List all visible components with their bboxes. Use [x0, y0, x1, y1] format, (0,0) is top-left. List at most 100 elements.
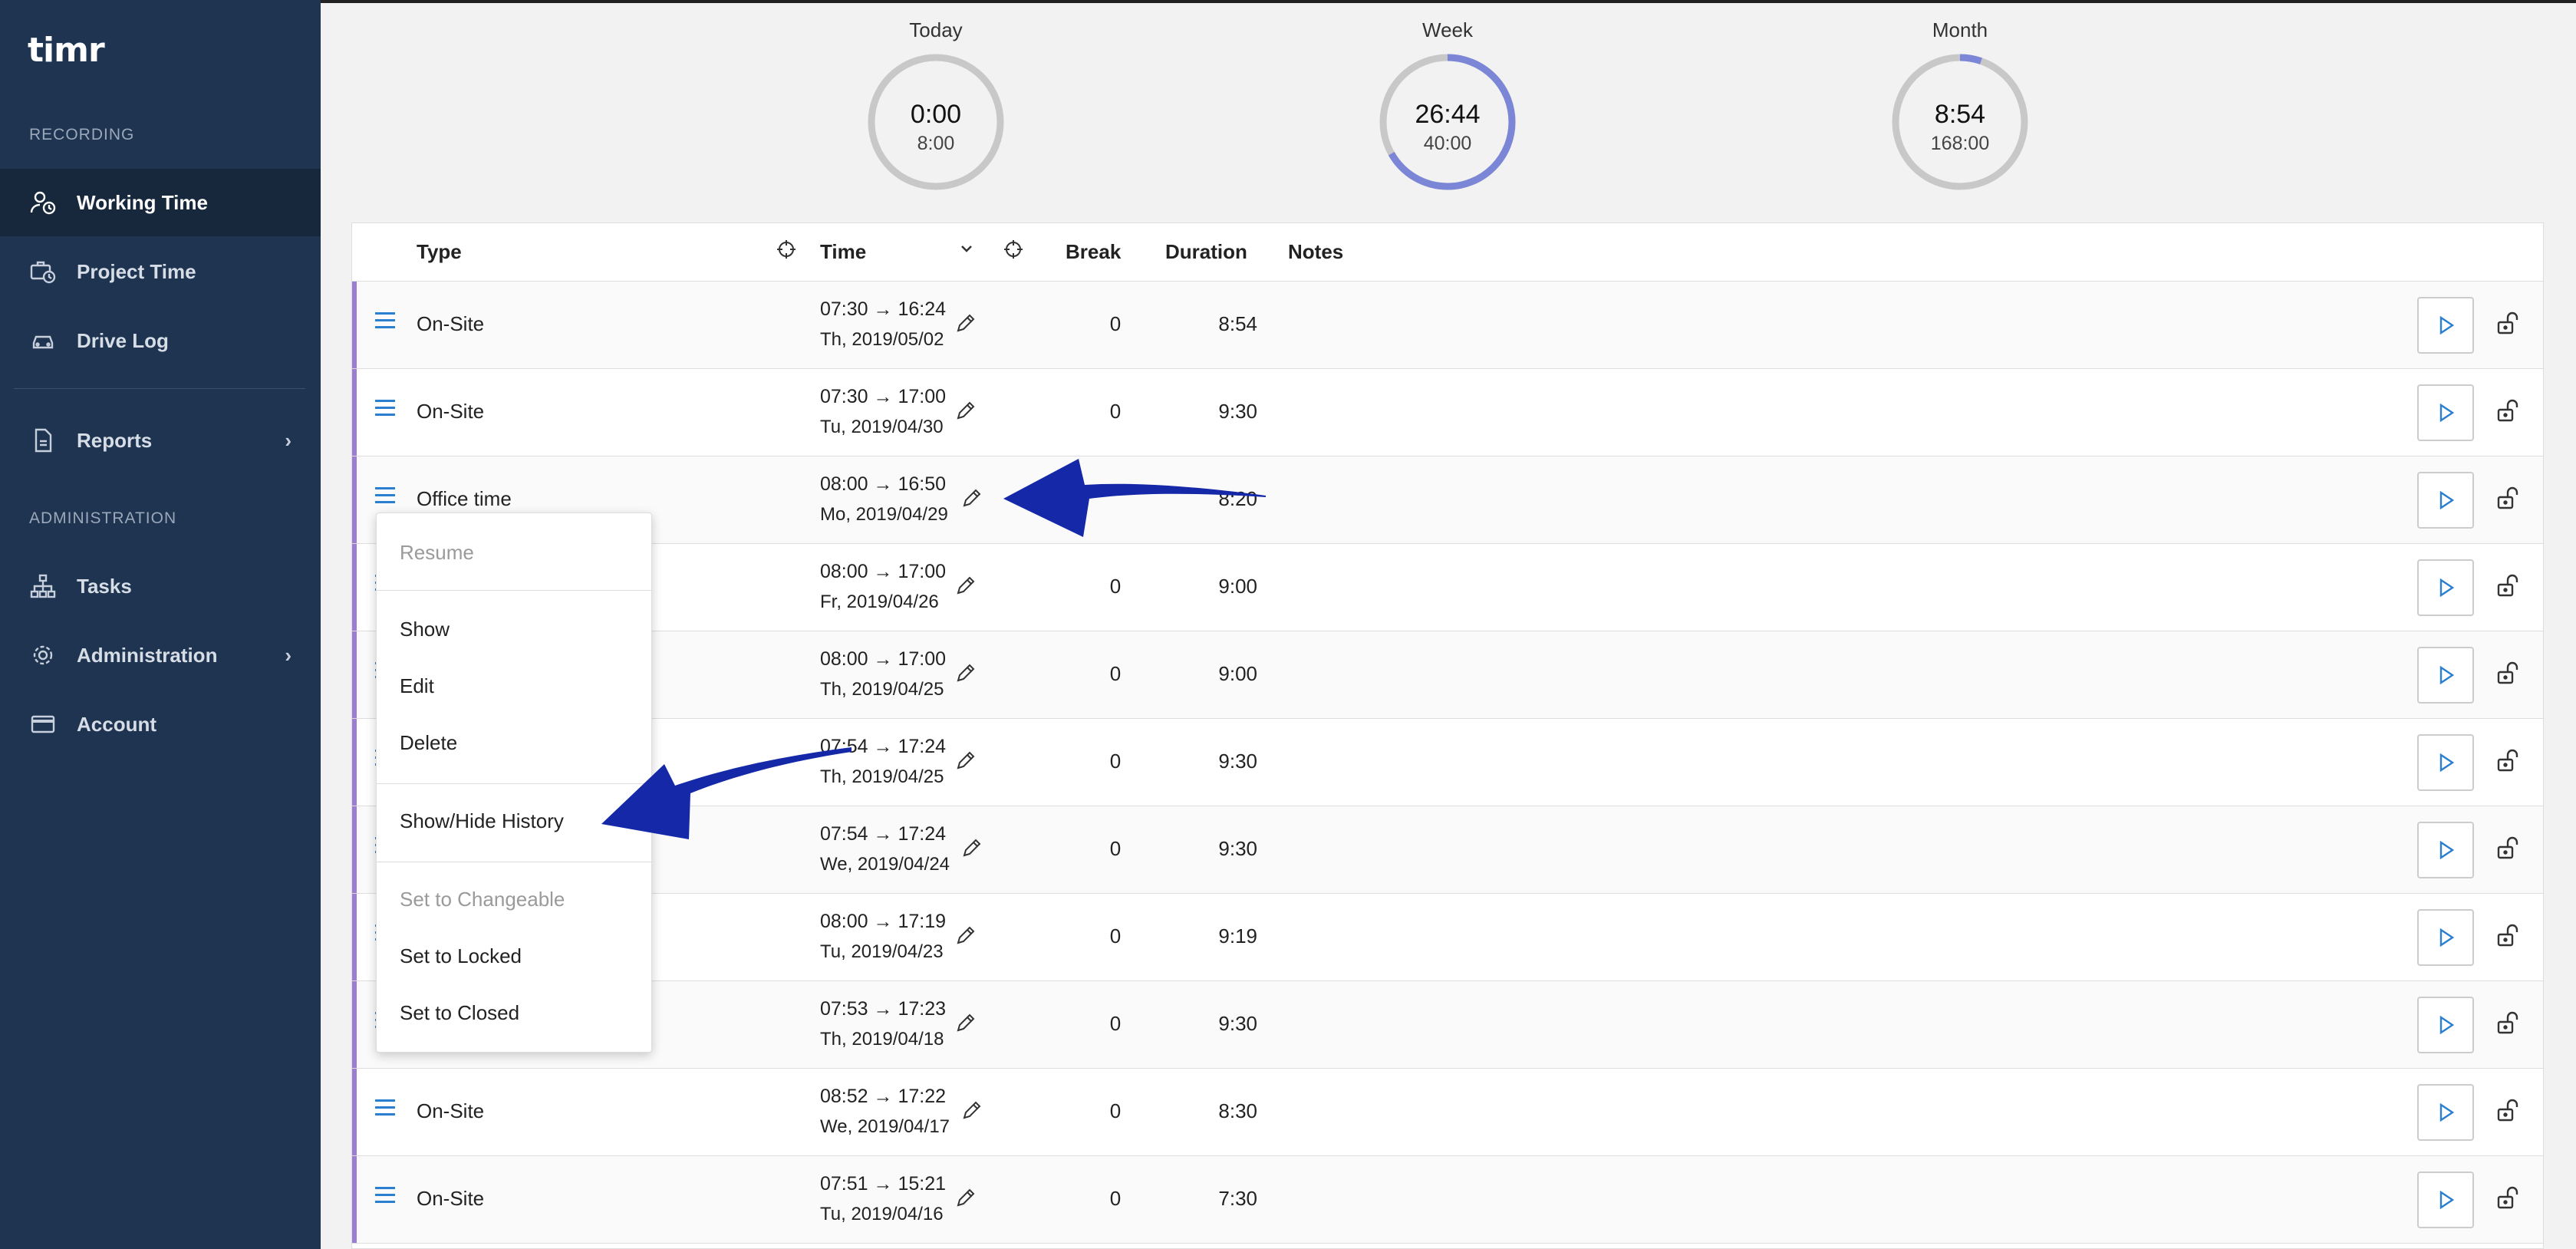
row-context-menu: Resume Show Edit Delete Show/Hide Histor…: [376, 512, 652, 1053]
column-header-time[interactable]: Time: [820, 240, 866, 264]
sidebar-item-label: Administration: [77, 643, 218, 667]
row-time-range: 07:54 → 17:24: [820, 736, 947, 757]
menu-item-delete[interactable]: Delete: [400, 731, 457, 755]
row-duration: 9:30: [1218, 750, 1257, 773]
table-row[interactable]: 08:00 → 17:00 Th, 2019/04/25 0 9:00: [352, 631, 2543, 719]
play-button[interactable]: [2417, 472, 2474, 529]
row-break: 0: [1109, 924, 1122, 947]
menu-item-set-closed[interactable]: Set to Closed: [400, 1001, 519, 1025]
column-header-type[interactable]: Type: [417, 240, 462, 264]
pencil-edit-icon[interactable]: [955, 312, 977, 339]
unlock-icon[interactable]: [2495, 573, 2522, 599]
hamburger-menu-icon[interactable]: [375, 487, 395, 507]
play-button[interactable]: [2417, 734, 2474, 791]
play-button[interactable]: [2417, 909, 2474, 966]
unlock-icon[interactable]: [2495, 311, 2522, 337]
play-button[interactable]: [2417, 297, 2474, 354]
play-button[interactable]: [2417, 1084, 2474, 1141]
row-date: Mo, 2019/04/29: [820, 504, 948, 525]
menu-item-show[interactable]: Show: [400, 618, 450, 641]
table-row[interactable]: On-Site 07:30 → 17:00 Tu, 2019/04/30 0 9…: [352, 369, 2543, 456]
pencil-edit-icon[interactable]: [955, 575, 977, 601]
table-row[interactable]: On-Site 08:52 → 17:22 We, 2019/04/17 0 8…: [352, 1069, 2543, 1156]
row-accent: [352, 1156, 357, 1243]
menu-item-set-locked[interactable]: Set to Locked: [400, 944, 522, 968]
table-row[interactable]: On-Site 07:30 → 16:24 Th, 2019/05/02 0 8…: [352, 282, 2543, 369]
play-button[interactable]: [2417, 384, 2474, 441]
row-accent: [352, 282, 357, 368]
unlock-icon[interactable]: [2495, 486, 2522, 512]
sidebar-item-project-time[interactable]: Project Time: [0, 238, 321, 305]
play-icon: [2439, 840, 2455, 860]
row-date: Th, 2019/04/25: [820, 766, 944, 787]
row-break: 0: [1109, 662, 1122, 685]
sidebar-item-drive-log[interactable]: Drive Log: [0, 307, 321, 374]
row-break: 0: [1109, 1012, 1122, 1035]
play-button[interactable]: [2417, 822, 2474, 878]
play-button[interactable]: [2417, 647, 2474, 704]
pencil-edit-icon[interactable]: [961, 1099, 983, 1126]
column-header-notes[interactable]: Notes: [1288, 240, 1343, 264]
user-clock-icon: [29, 189, 57, 216]
column-header-duration[interactable]: Duration: [1165, 240, 1247, 264]
hamburger-menu-icon[interactable]: [375, 400, 395, 420]
chevron-right-icon: ›: [285, 643, 292, 667]
pencil-edit-icon[interactable]: [961, 837, 983, 864]
sidebar-item-administration[interactable]: Administration ›: [0, 621, 321, 689]
pencil-edit-icon[interactable]: [961, 487, 983, 514]
hamburger-menu-icon[interactable]: [375, 1099, 395, 1119]
row-duration: 9:00: [1218, 575, 1257, 598]
crosshair-icon[interactable]: [1003, 239, 1024, 265]
pencil-edit-icon[interactable]: [955, 1012, 977, 1039]
pencil-edit-icon[interactable]: [955, 750, 977, 776]
sidebar-item-account[interactable]: Account: [0, 690, 321, 758]
row-date: Th, 2019/05/02: [820, 329, 944, 350]
hamburger-menu-icon[interactable]: [375, 312, 395, 332]
pencil-edit-icon[interactable]: [955, 662, 977, 689]
unlock-icon[interactable]: [2495, 661, 2522, 687]
table-row[interactable]: On-Site 07:51 → 15:21 Tu, 2019/04/16 0 7…: [352, 1156, 2543, 1244]
play-icon: [2439, 1190, 2455, 1210]
gauge-value: 26:44: [1415, 100, 1481, 129]
menu-item-show-hide-history[interactable]: Show/Hide History: [400, 809, 564, 833]
unlock-icon[interactable]: [2495, 1098, 2522, 1124]
unlock-icon[interactable]: [2495, 748, 2522, 774]
table-row[interactable]: 07:54 → 17:24 We, 2019/04/24 0 9:30: [352, 806, 2543, 894]
row-time-range: 08:00 → 17:00: [820, 561, 947, 582]
pencil-edit-icon[interactable]: [955, 924, 977, 951]
row-date: Th, 2019/04/18: [820, 1029, 944, 1050]
row-accent: [352, 369, 357, 456]
row-accent: [352, 631, 357, 718]
sidebar-item-working-time[interactable]: Working Time: [0, 169, 321, 236]
play-button[interactable]: [2417, 997, 2474, 1053]
row-type: Office time: [417, 487, 512, 510]
pencil-edit-icon[interactable]: [955, 1187, 977, 1214]
column-header-break[interactable]: Break: [1066, 240, 1121, 264]
row-time-range: 08:00 → 17:19: [820, 911, 947, 932]
unlock-icon[interactable]: [2495, 923, 2522, 949]
play-icon: [2439, 1015, 2455, 1035]
table-row[interactable]: 07:53 → 17:23 Th, 2019/04/18 0 9:30: [352, 981, 2543, 1069]
menu-item-edit[interactable]: Edit: [400, 674, 434, 698]
sidebar-item-reports[interactable]: Reports ›: [0, 407, 321, 474]
play-button[interactable]: [2417, 1172, 2474, 1228]
gauge-label: Month: [1932, 18, 1988, 41]
table-row[interactable]: 08:00 → 17:19 Tu, 2019/04/23 0 9:19: [352, 894, 2543, 981]
sidebar-item-tasks[interactable]: Tasks: [0, 552, 321, 620]
unlock-icon[interactable]: [2495, 835, 2522, 862]
hamburger-menu-icon[interactable]: [375, 1187, 395, 1207]
unlock-icon[interactable]: [2495, 1185, 2522, 1211]
gauge-label: Week: [1422, 18, 1473, 41]
timr-logo[interactable]: timr: [28, 31, 105, 70]
play-button[interactable]: [2417, 559, 2474, 616]
table-row[interactable]: Office time 08:00 → 16:50 Mo, 2019/04/29…: [352, 456, 2543, 544]
row-duration: 7:30: [1218, 1187, 1257, 1210]
table-row[interactable]: 08:00 → 17:00 Fr, 2019/04/26 0 9:00: [352, 544, 2543, 631]
unlock-icon[interactable]: [2495, 398, 2522, 424]
pencil-edit-icon[interactable]: [955, 400, 977, 427]
chevron-down-icon[interactable]: [958, 239, 975, 262]
row-accent: [352, 456, 357, 543]
crosshair-icon[interactable]: [776, 239, 797, 265]
unlock-icon[interactable]: [2495, 1010, 2522, 1036]
table-row[interactable]: 07:54 → 17:24 Th, 2019/04/25 0 9:30: [352, 719, 2543, 806]
